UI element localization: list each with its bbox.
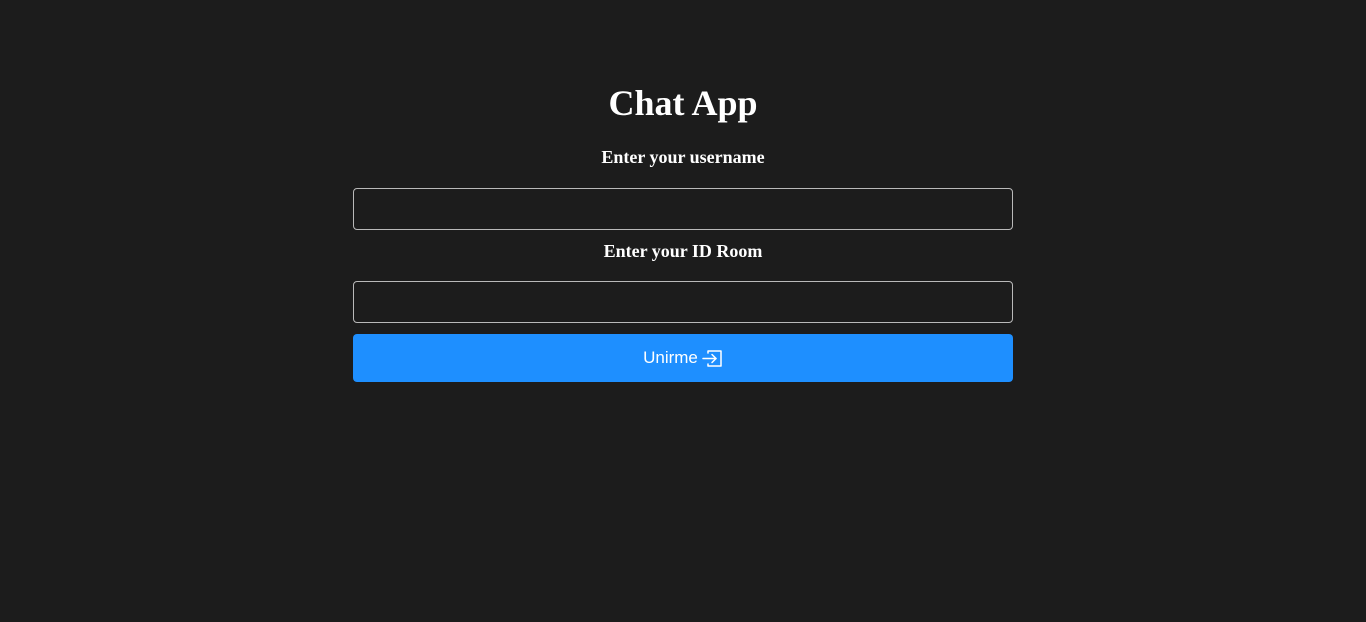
room-id-input[interactable] [353,281,1013,323]
sign-in-icon [701,348,723,368]
username-input[interactable] [353,188,1013,230]
join-button-label: Unirme [643,348,698,367]
page-title: Chat App [608,83,758,123]
login-page: Chat App Enter your username Enter your … [0,0,1366,622]
join-button[interactable]: Unirme [353,334,1013,382]
username-label: Enter your username [601,147,765,167]
room-id-label: Enter your ID Room [603,241,763,261]
